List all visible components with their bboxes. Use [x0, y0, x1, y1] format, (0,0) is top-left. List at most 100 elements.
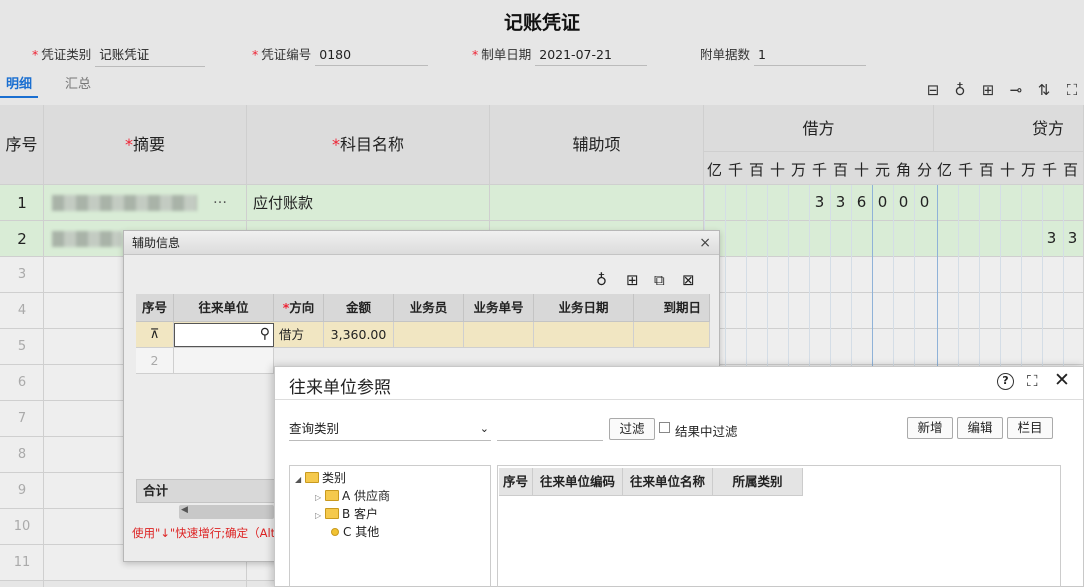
chevron-down-icon[interactable]: ⌄ [480, 419, 489, 439]
blurred-summary [52, 231, 122, 247]
col-summary-header: *摘要 [44, 105, 247, 185]
debit-digit-header: 千 [811, 161, 827, 179]
folder-open-icon [304, 472, 319, 483]
credit-amount-digit: 3 [1067, 229, 1078, 247]
edit-button[interactable]: 编辑 [957, 417, 1003, 439]
debit-amount-digit: 0 [919, 193, 930, 211]
date-field[interactable]: * 制单日期 2021-07-21 [472, 44, 648, 66]
close-icon[interactable]: × [699, 231, 711, 255]
scroll-left-icon[interactable]: ◀ [181, 505, 188, 515]
filter-input[interactable] [497, 419, 603, 441]
debit-digit-header: 元 [874, 161, 890, 179]
leaf-icon [331, 528, 339, 536]
collapse-icon[interactable]: ◢ [295, 475, 301, 484]
aux-dialog-title: 辅助信息 [132, 236, 181, 250]
attach-value[interactable]: 1 [754, 47, 866, 66]
empty-cell[interactable] [174, 348, 274, 374]
copy-icon[interactable]: ⧉ [654, 271, 665, 289]
row-seq: 8 [17, 447, 27, 462]
debit-digit-header: 角 [895, 161, 911, 179]
row-seq: 1 [17, 194, 27, 212]
debit-digit-header: 百 [832, 161, 848, 179]
money-bag-icon[interactable]: ♁ [596, 271, 607, 289]
credit-digit-header: 亿 [936, 161, 952, 179]
add-icon[interactable]: ⊞ [626, 271, 639, 289]
tree-item-customer[interactable]: ▷ B 客户 [315, 505, 378, 522]
maximize-icon[interactable]: ⛶ [1027, 372, 1038, 390]
fullscreen-icon[interactable]: ⛶ [1064, 82, 1080, 98]
hint-text: 使用"↓"快速增行;确定（Alt+ [132, 526, 285, 540]
row-seq: 2 [136, 348, 174, 374]
debit-digit-header: 十 [769, 161, 785, 179]
credit-digit-header: 千 [957, 161, 973, 179]
blurred-summary [52, 195, 197, 211]
insert-row-icon[interactable]: ⊟ [925, 82, 941, 98]
account-name[interactable]: 应付账款 [253, 192, 313, 213]
row-seq: 2 [17, 230, 27, 248]
template-icon[interactable]: ⊞ [980, 82, 996, 98]
footer-total: 合计 [136, 479, 276, 503]
aux-col-partner: 往来单位 [174, 294, 274, 322]
column-line [43, 185, 44, 587]
row-seq: 10 [13, 519, 31, 534]
debit-digit-header: 百 [748, 161, 764, 179]
aux-col-bizdate: 业务日期 [534, 294, 634, 322]
delete-icon[interactable]: ⊠ [682, 271, 695, 289]
expand-icon[interactable]: ▷ [315, 493, 321, 502]
tab-detail[interactable]: 明细 [0, 73, 39, 98]
row-edit-icon[interactable]: ⊼ [136, 322, 174, 348]
voucher-type-field[interactable]: * 凭证类别 记账凭证 [32, 44, 206, 67]
tree-item-other[interactable]: C 其他 [331, 523, 379, 540]
partner-reference-dialog: 往来单位参照 ? ⛶ ✕ 查询类别 ⌄ 过滤 结果中过滤 新增 编辑 栏目 ◢ … [274, 366, 1084, 587]
salesman-cell[interactable] [394, 322, 464, 348]
ref-col-code: 往来单位编码 [533, 468, 623, 496]
folder-icon [324, 508, 339, 519]
debit-digit-header: 十 [853, 161, 869, 179]
title-divider [275, 399, 1083, 400]
debit-digit-header: 万 [790, 161, 806, 179]
debit-digit-header: 分 [916, 161, 932, 179]
new-button[interactable]: 新增 [907, 417, 953, 439]
query-category-select[interactable]: 查询类别 ⌄ [289, 419, 491, 441]
voucher-no-field[interactable]: * 凭证编号 0180 [252, 44, 429, 66]
voucher-type-value[interactable]: 记账凭证 [95, 44, 206, 67]
ref-col-seq: 序号 [499, 468, 533, 496]
credit-digit-header: 十 [999, 161, 1015, 179]
partner-input[interactable]: ⚲ [174, 323, 274, 347]
summary-ellipsis: … [213, 191, 227, 207]
tree-item-supplier[interactable]: ▷ A 供应商 [315, 487, 390, 504]
date-value[interactable]: 2021-07-21 [535, 47, 648, 66]
filter-button[interactable]: 过滤 [609, 418, 655, 440]
bizno-cell[interactable] [464, 322, 534, 348]
expand-icon[interactable]: ▷ [315, 511, 321, 520]
debit-amount-digit: 0 [877, 193, 888, 211]
aux-col-bizno: 业务单号 [464, 294, 534, 322]
search-icon[interactable]: ⚲ [260, 326, 270, 342]
tree-root[interactable]: ◢ 类别 [295, 469, 346, 486]
aux-col-salesman: 业务员 [394, 294, 464, 322]
tab-summary[interactable]: 汇总 [65, 73, 91, 92]
folder-icon [324, 490, 339, 501]
credit-digit-header: 百 [1062, 161, 1078, 179]
row-seq: 11 [13, 555, 31, 570]
help-icon[interactable]: ? [997, 373, 1014, 390]
debit-amount-digit: 6 [856, 193, 867, 211]
link-icon[interactable]: ⊸ [1008, 82, 1024, 98]
col-aux-header: 辅助项 [490, 105, 704, 185]
attach-field[interactable]: 附单据数 1 [700, 44, 866, 66]
debit-digit-header: 千 [727, 161, 743, 179]
direction-cell[interactable]: 借方 [274, 322, 324, 348]
credit-digit-header: 千 [1041, 161, 1057, 179]
filter-in-results-checkbox[interactable] [659, 422, 670, 433]
voucher-no-value[interactable]: 0180 [315, 47, 429, 66]
money-bag-icon[interactable]: ♁ [952, 82, 968, 98]
columns-button[interactable]: 栏目 [1007, 417, 1053, 439]
close-icon[interactable]: ✕ [1054, 369, 1070, 391]
filter-in-results-label: 结果中过滤 [675, 424, 738, 439]
row-seq: 9 [17, 483, 27, 498]
amount-cell[interactable]: 3,360.00 [324, 322, 394, 348]
horizontal-scrollbar[interactable]: ◀ [179, 505, 274, 519]
adjust-icon[interactable]: ⇅ [1036, 82, 1052, 98]
bizdate-cell[interactable] [534, 322, 634, 348]
ref-col-name: 往来单位名称 [623, 468, 713, 496]
